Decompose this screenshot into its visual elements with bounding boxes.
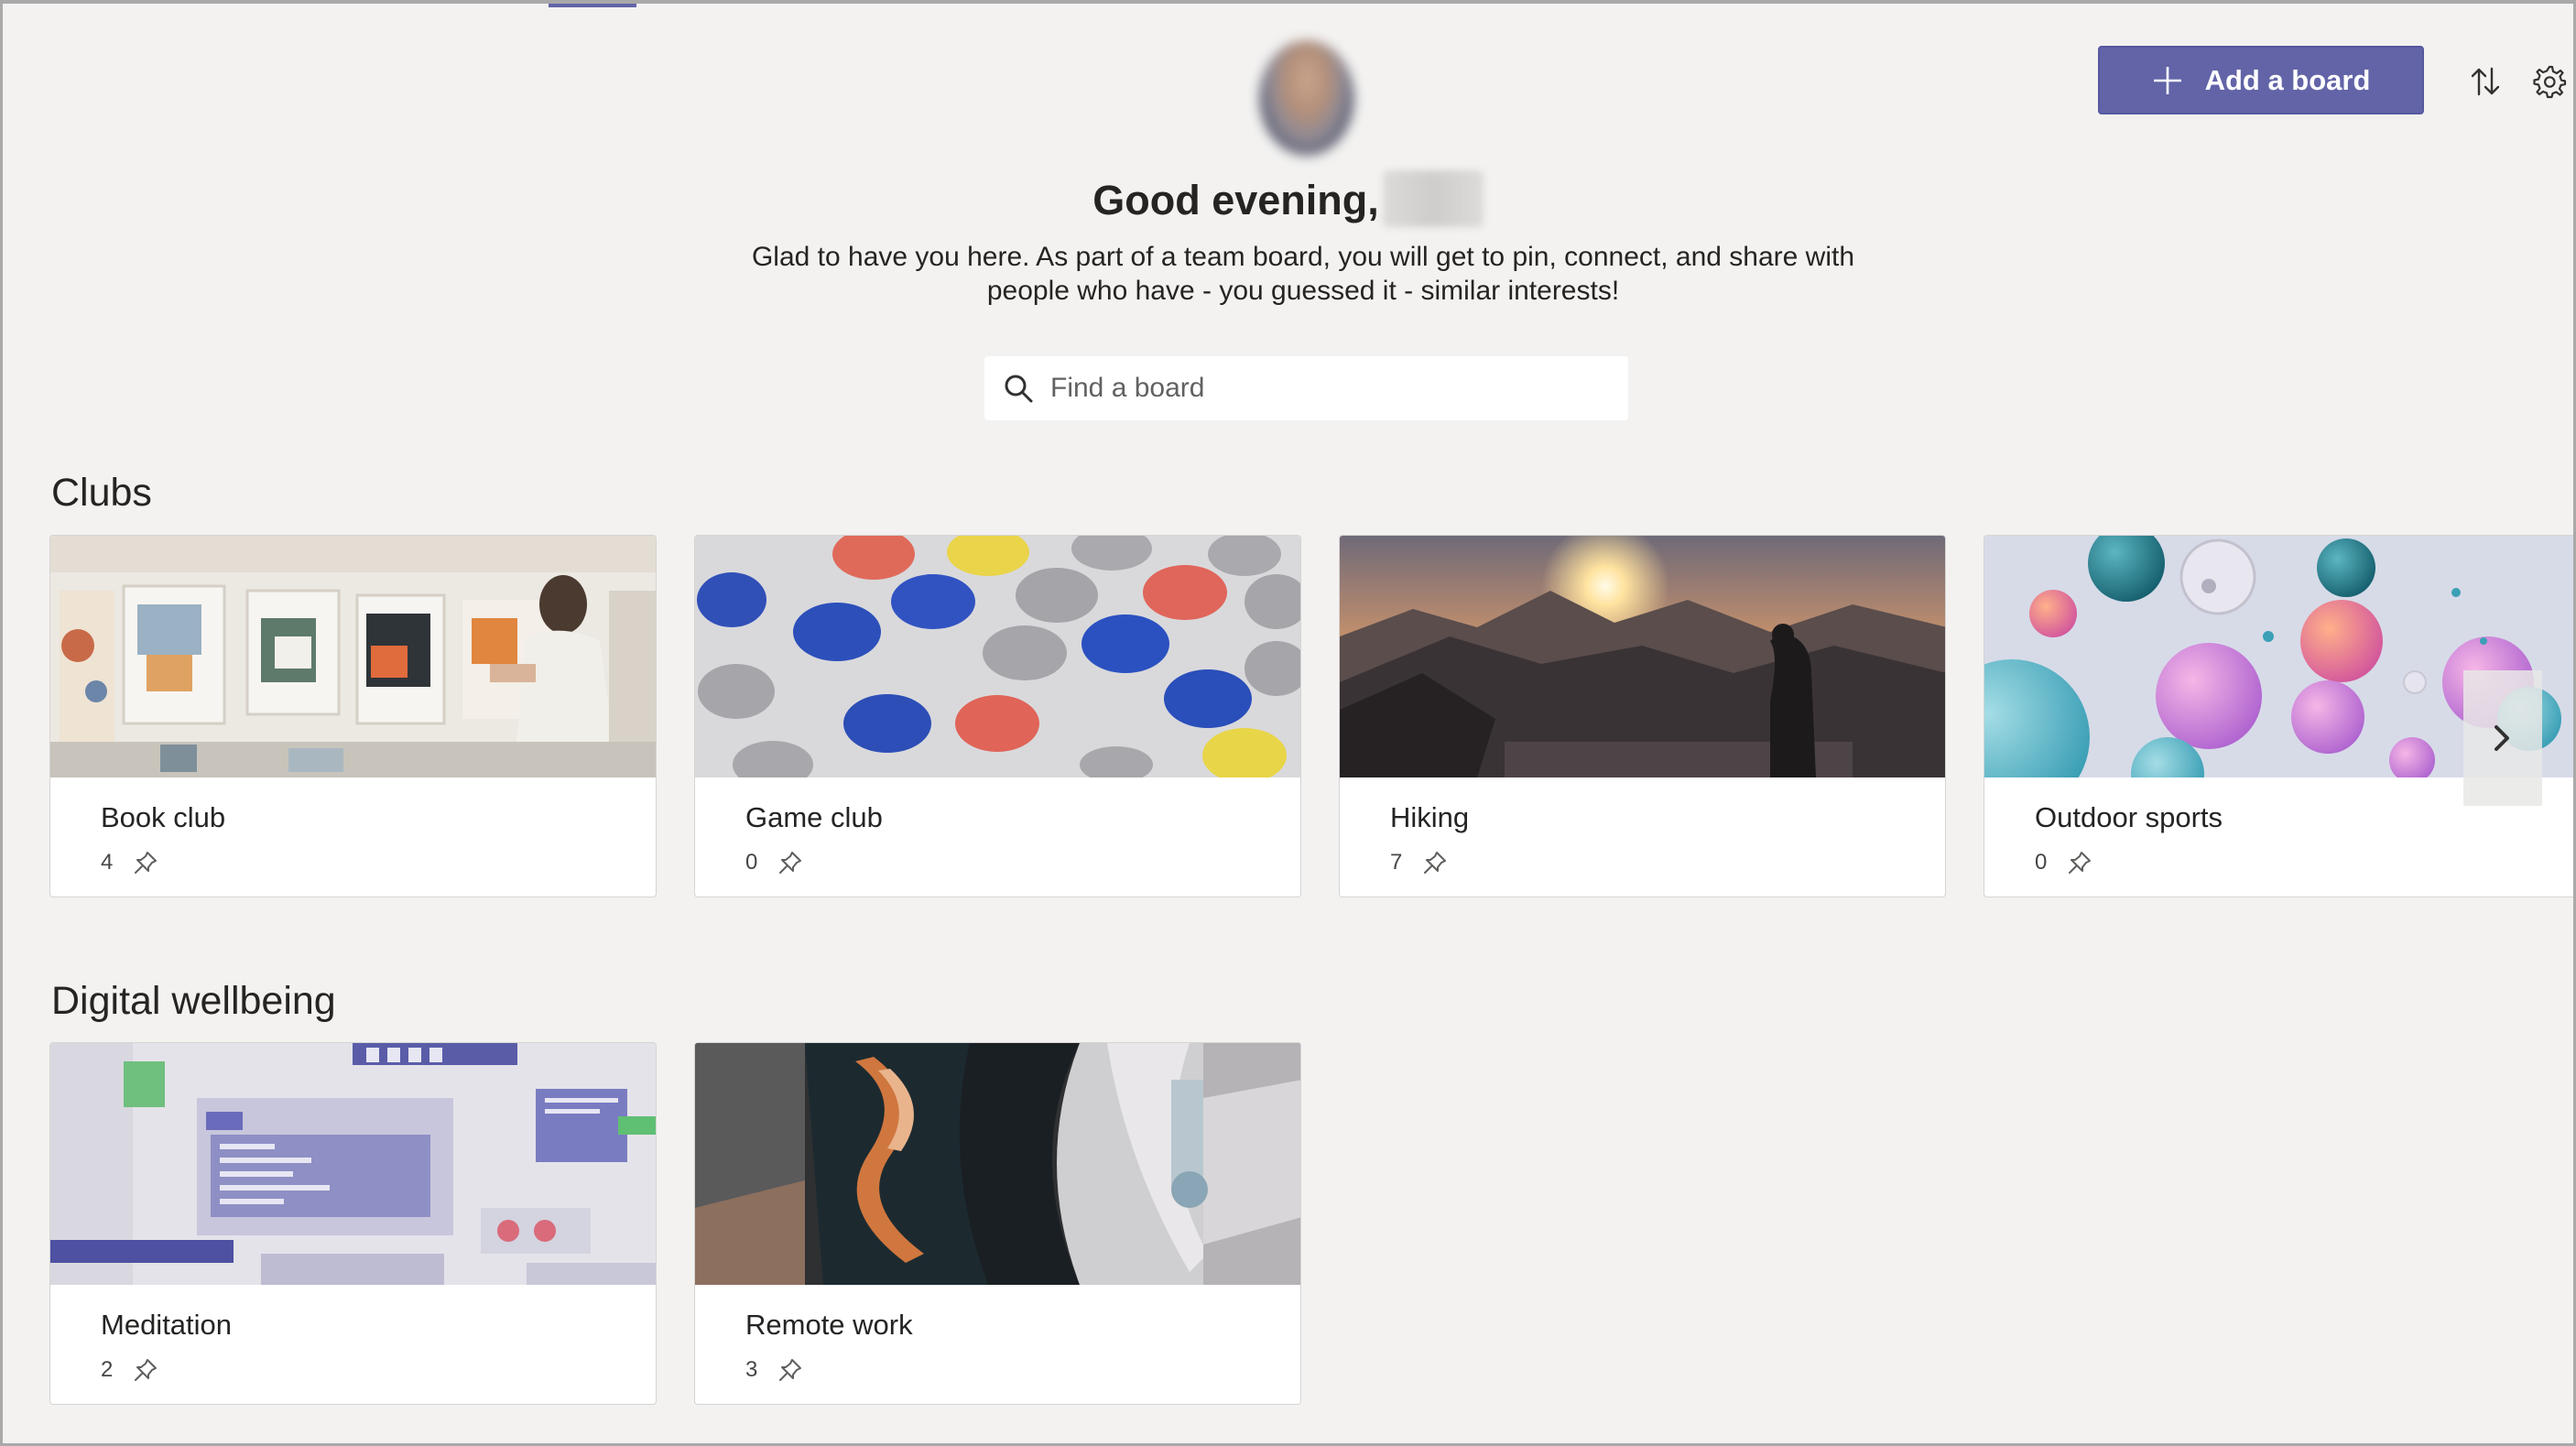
- carousel-next-button[interactable]: [2463, 670, 2542, 806]
- board-meta: 0: [2035, 850, 2092, 875]
- board-card-game-club[interactable]: Game club 0: [694, 535, 1301, 897]
- pin-icon: [135, 852, 158, 874]
- section-title-clubs: Clubs: [51, 471, 152, 515]
- board-title: Outdoor sports: [2035, 801, 2223, 833]
- find-board-search[interactable]: [984, 356, 1628, 420]
- board-meta: 2: [101, 1357, 158, 1383]
- pin-count: 7: [1390, 850, 1403, 875]
- board-card-hiking[interactable]: Hiking 7: [1339, 535, 1946, 897]
- pin-count: 3: [745, 1357, 758, 1382]
- board-meta: 7: [1390, 850, 1448, 875]
- pin-icon: [779, 852, 802, 874]
- pin-count: 2: [101, 1357, 114, 1382]
- avatar: [1259, 40, 1354, 156]
- boards-page: Good evening, Glad to have you here. As …: [0, 0, 2576, 1446]
- board-card-meditation[interactable]: Meditation 2: [49, 1042, 657, 1405]
- board-title: Hiking: [1390, 801, 1470, 833]
- greeting-heading: Good evening,: [3, 170, 2573, 227]
- sort-icon: [2471, 67, 2500, 96]
- add-board-button[interactable]: Add a board: [2098, 46, 2424, 114]
- active-tab-indicator: [549, 4, 636, 7]
- board-thumbnail: [695, 536, 1300, 777]
- board-meta: 0: [745, 850, 803, 875]
- board-title: Game club: [745, 801, 883, 833]
- plus-icon: [2153, 66, 2181, 94]
- board-thumbnail: [50, 1043, 656, 1285]
- board-meta: 4: [101, 850, 158, 875]
- settings-button[interactable]: [2527, 59, 2572, 104]
- board-meta: 3: [745, 1357, 803, 1383]
- board-thumbnail: [1340, 536, 1945, 777]
- pin-count: 0: [2035, 850, 2048, 875]
- board-thumbnail: [50, 536, 656, 777]
- gear-icon: [2533, 65, 2567, 99]
- add-board-label: Add a board: [2204, 63, 2371, 96]
- pin-icon: [135, 1359, 158, 1381]
- search-input[interactable]: [1049, 372, 1602, 405]
- section-title-digital-wellbeing: Digital wellbeing: [51, 979, 336, 1023]
- board-card-book-club[interactable]: Book club 4: [49, 535, 657, 897]
- pin-icon: [1424, 852, 1447, 874]
- pin-count: 0: [745, 850, 758, 875]
- greeting-text: Good evening,: [1092, 177, 1379, 223]
- user-name-redacted: [1382, 170, 1484, 227]
- pin-icon: [779, 1359, 802, 1381]
- pin-icon: [2069, 852, 2092, 874]
- board-title: Remote work: [745, 1309, 913, 1341]
- board-title: Meditation: [101, 1309, 233, 1341]
- search-icon: [1005, 375, 1033, 403]
- board-title: Book club: [101, 801, 226, 833]
- board-thumbnail: [695, 1043, 1300, 1285]
- pin-count: 4: [101, 850, 114, 875]
- page-subtitle: Glad to have you here. As part of a team…: [751, 242, 1855, 306]
- board-card-remote-work[interactable]: Remote work 3: [694, 1042, 1301, 1405]
- sort-button[interactable]: [2462, 59, 2508, 104]
- chevron-right-icon: [2494, 725, 2509, 751]
